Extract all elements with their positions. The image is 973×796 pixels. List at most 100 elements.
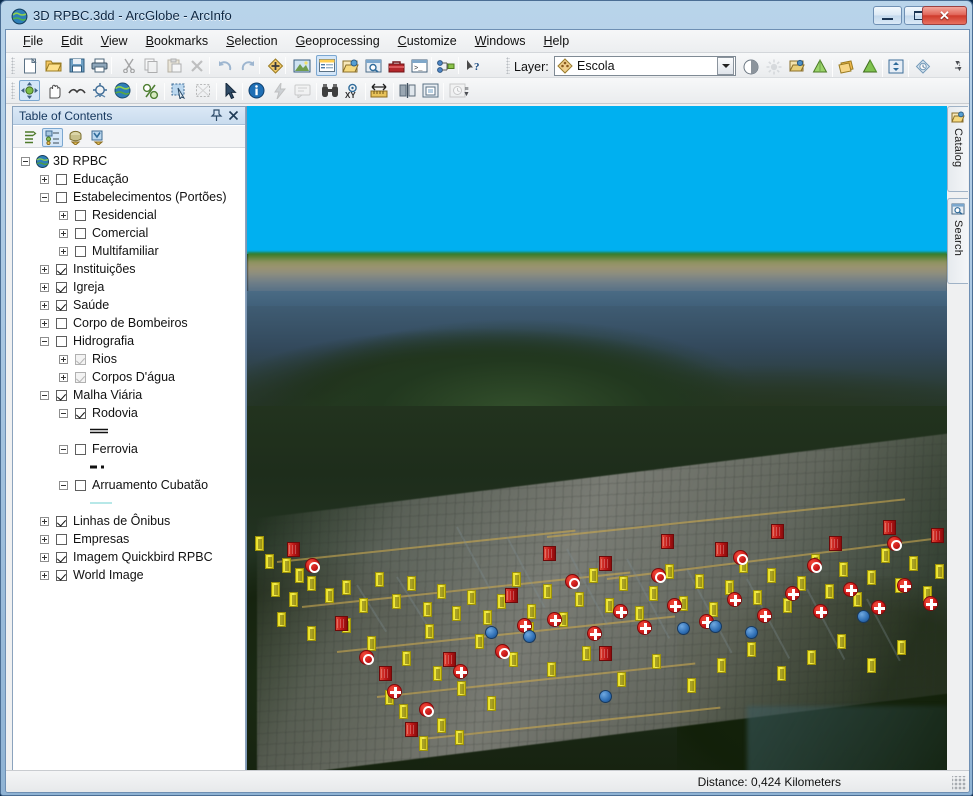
marker-education[interactable] bbox=[277, 612, 286, 627]
marker-education[interactable] bbox=[617, 672, 626, 687]
marker-institution[interactable] bbox=[887, 536, 902, 551]
layer-visibility-checkbox[interactable] bbox=[56, 552, 67, 563]
marker-health[interactable] bbox=[727, 592, 742, 607]
marker-education[interactable] bbox=[359, 598, 368, 613]
marker-institution[interactable] bbox=[419, 702, 434, 717]
marker-education[interactable] bbox=[649, 586, 658, 601]
marker-education[interactable] bbox=[271, 582, 280, 597]
save-icon[interactable] bbox=[66, 55, 87, 76]
redo-icon[interactable] bbox=[237, 55, 258, 76]
toc-layer-row[interactable]: Estabelecimentos (Portões) bbox=[13, 189, 245, 207]
layer-visibility-checkbox[interactable] bbox=[75, 210, 86, 221]
marker-church[interactable] bbox=[287, 542, 300, 557]
layer-visibility-checkbox[interactable] bbox=[75, 444, 86, 455]
3d-globe-viewport[interactable] bbox=[246, 106, 947, 784]
toc-layer-row[interactable]: Hidrografia bbox=[13, 333, 245, 351]
layer-combo-dropdown-button[interactable] bbox=[717, 57, 734, 75]
menu-windows[interactable]: Windows bbox=[466, 31, 535, 51]
layer-visibility-checkbox[interactable] bbox=[75, 372, 86, 383]
target-zoom-icon[interactable] bbox=[89, 80, 110, 101]
marker-bus-line[interactable] bbox=[523, 630, 536, 643]
go-to-xy-icon[interactable]: XY bbox=[342, 80, 363, 101]
marker-education[interactable] bbox=[402, 651, 411, 666]
toc-layer-row[interactable]: 3D RPBC bbox=[13, 153, 245, 171]
layer-visibility-checkbox[interactable] bbox=[56, 174, 67, 185]
expand-icon[interactable] bbox=[59, 373, 68, 382]
marker-education[interactable] bbox=[399, 704, 408, 719]
marker-education[interactable] bbox=[582, 646, 591, 661]
marker-education[interactable] bbox=[619, 576, 628, 591]
marker-education[interactable] bbox=[475, 634, 484, 649]
whats-this-help-icon[interactable]: ? bbox=[463, 55, 484, 76]
paste-icon[interactable] bbox=[164, 55, 185, 76]
toc-layer-row[interactable]: Saúde bbox=[13, 297, 245, 315]
expand-icon[interactable] bbox=[59, 355, 68, 364]
draping-icon[interactable] bbox=[786, 56, 807, 77]
marker-education[interactable] bbox=[825, 584, 834, 599]
expand-icon[interactable] bbox=[40, 283, 49, 292]
marker-education[interactable] bbox=[419, 736, 428, 751]
toc-layer-row[interactable]: Instituições bbox=[13, 261, 245, 279]
layer-visibility-checkbox[interactable] bbox=[56, 282, 67, 293]
marker-church[interactable] bbox=[599, 556, 612, 571]
marker-education[interactable] bbox=[433, 666, 442, 681]
marker-education[interactable] bbox=[867, 570, 876, 585]
menu-file[interactable]: File bbox=[14, 31, 52, 51]
globe-toolbar-overflow-button[interactable]: ≡ ▼ bbox=[461, 81, 472, 103]
globe-toolbar-grip[interactable] bbox=[11, 82, 15, 99]
toolbar-grip[interactable] bbox=[11, 57, 15, 74]
marker-education[interactable] bbox=[375, 572, 384, 587]
layer-visibility-checkbox[interactable] bbox=[75, 354, 86, 365]
toc-layer-tree[interactable]: 3D RPBC Educação Estabelecimentos (Portões… bbox=[13, 149, 245, 783]
marker-church[interactable] bbox=[829, 536, 842, 551]
table-of-contents-icon[interactable] bbox=[316, 55, 337, 76]
toc-layer-row[interactable]: Educação bbox=[13, 171, 245, 189]
marker-education[interactable] bbox=[687, 678, 696, 693]
menu-selection[interactable]: Selection bbox=[217, 31, 286, 51]
marker-education[interactable] bbox=[255, 536, 264, 551]
layer-visibility-checkbox[interactable] bbox=[56, 318, 67, 329]
marker-education[interactable] bbox=[467, 590, 476, 605]
marker-church[interactable] bbox=[405, 722, 418, 737]
marker-health[interactable] bbox=[587, 626, 602, 641]
search-window-icon[interactable] bbox=[363, 55, 384, 76]
copy-icon[interactable] bbox=[141, 55, 162, 76]
marker-education[interactable] bbox=[753, 590, 762, 605]
menu-view[interactable]: View bbox=[92, 31, 137, 51]
marker-education[interactable] bbox=[295, 568, 304, 583]
marker-bus-line[interactable] bbox=[709, 620, 722, 633]
expand-icon[interactable] bbox=[59, 211, 68, 220]
toc-symbol-row[interactable] bbox=[13, 495, 245, 513]
tab-search[interactable]: Search bbox=[947, 198, 968, 284]
marker-education[interactable] bbox=[282, 558, 291, 573]
marker-education[interactable] bbox=[547, 662, 556, 677]
toc-layer-row[interactable]: Malha Viária bbox=[13, 387, 245, 405]
marker-education[interactable] bbox=[452, 606, 461, 621]
layer-visibility-checkbox[interactable] bbox=[75, 246, 86, 257]
marker-health[interactable] bbox=[785, 586, 800, 601]
marker-health[interactable] bbox=[547, 612, 562, 627]
toc-layer-row[interactable]: World Image bbox=[13, 567, 245, 585]
open-folder-icon[interactable] bbox=[43, 55, 64, 76]
expand-icon[interactable] bbox=[59, 229, 68, 238]
layer-toolbar-grip[interactable] bbox=[506, 57, 510, 74]
pin-icon[interactable] bbox=[210, 109, 223, 122]
marker-health[interactable] bbox=[897, 578, 912, 593]
marker-church[interactable] bbox=[771, 524, 784, 539]
new-document-icon[interactable] bbox=[20, 55, 41, 76]
marker-institution[interactable] bbox=[359, 650, 374, 665]
marker-education[interactable] bbox=[747, 642, 756, 657]
marker-education[interactable] bbox=[289, 592, 298, 607]
layer-visibility-checkbox[interactable] bbox=[75, 480, 86, 491]
menu-bookmarks[interactable]: Bookmarks bbox=[137, 31, 218, 51]
marker-education[interactable] bbox=[935, 564, 944, 579]
marker-health[interactable] bbox=[667, 598, 682, 613]
marker-church[interactable] bbox=[883, 520, 896, 535]
marker-education[interactable] bbox=[325, 588, 334, 603]
layer-visibility-checkbox[interactable] bbox=[75, 408, 86, 419]
marker-education[interactable] bbox=[307, 626, 316, 641]
model-builder-icon[interactable] bbox=[435, 55, 456, 76]
close-button[interactable]: ✕ bbox=[922, 6, 967, 25]
pan-icon[interactable] bbox=[43, 80, 64, 101]
marker-health[interactable] bbox=[923, 596, 938, 611]
